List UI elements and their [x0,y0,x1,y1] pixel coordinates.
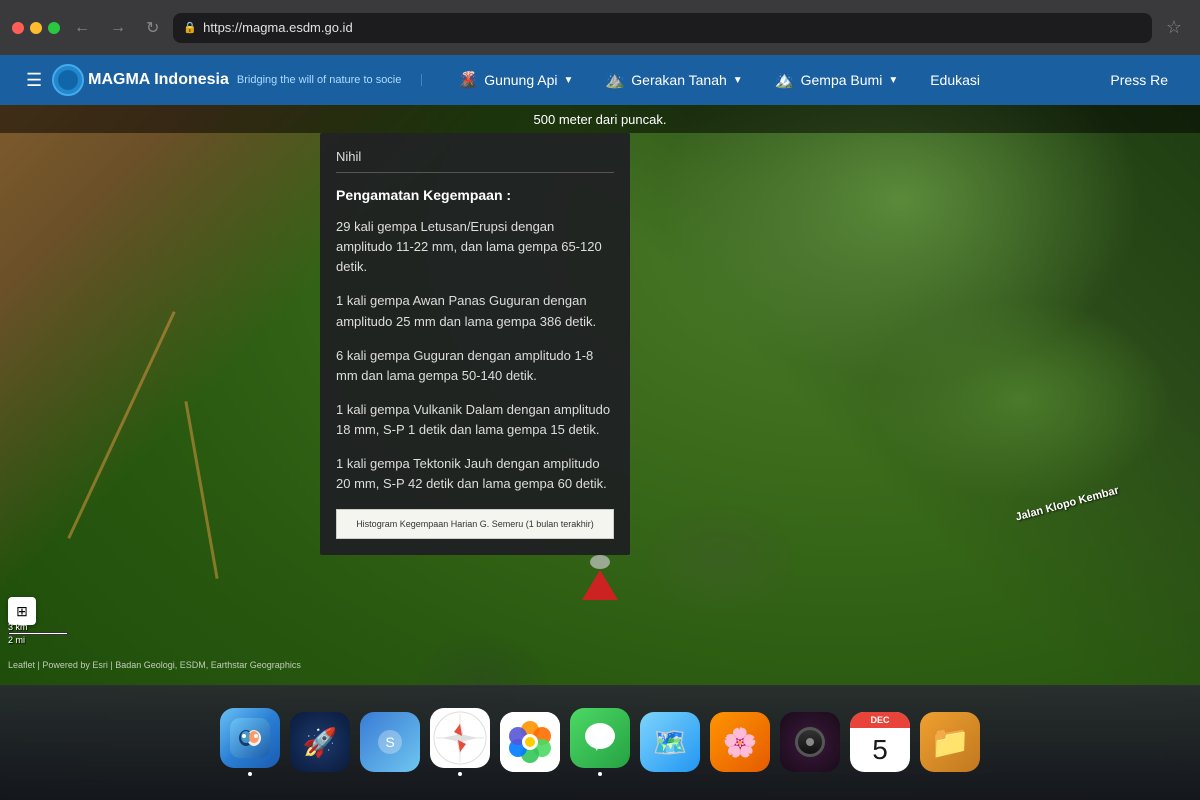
dock-item-folder[interactable]: 📁 [920,712,980,772]
nav-logo [52,64,84,96]
dock-item-photos[interactable] [500,712,560,772]
nav-logo-inner [58,70,78,90]
nav-label-edukasi: Edukasi [930,72,980,88]
dock-item-finder[interactable] [220,708,280,776]
map-layers-button[interactable]: ⊞ [8,597,36,625]
chevron-down-icon-2: ▼ [733,75,743,86]
dock-item-calendar[interactable]: DEC 5 [850,712,910,772]
top-strip-text: 500 meter dari puncak. [534,112,667,127]
nav-item-edukasi[interactable]: Edukasi [914,55,996,105]
seismic-para-3: 6 kali gempa Guguran dengan amplitudo 1-… [336,346,614,386]
info-panel: Nihil Pengamatan Kegempaan : 29 kali gem… [320,133,630,555]
siri-icon: S [360,712,420,772]
safari-active-dot [458,772,462,776]
earthquake-nav-icon: 🏔️ [775,70,795,90]
messages-icon [570,708,630,768]
volcano-nav-icon: 🌋 [458,70,478,90]
photos-icon [500,712,560,772]
finder-icon [220,708,280,768]
nav-label-gerakan-tanah: Gerakan Tanah [631,72,726,88]
calendar-date-number: 5 [850,728,910,772]
refresh-button[interactable]: ↻ [140,16,165,40]
minimize-window-button[interactable] [30,22,42,34]
browser-chrome: ← → ↻ 🔒 https://magma.esdm.go.id ☆ [0,0,1200,55]
launchpad-icon: 🚀 [290,712,350,772]
map-attribution: Leaflet | Powered by Esri | Badan Geolog… [8,660,301,670]
scale-label-km: 3 km [8,622,68,632]
panel-divider [336,172,614,173]
window-controls [12,22,60,34]
map-scale: 3 km 2 mi [8,622,68,645]
bookmark-button[interactable]: ☆ [1160,15,1188,40]
photos2-icon: 🌸 [710,712,770,772]
calendar-icon: DEC 5 [850,712,910,772]
dock-item-photos2[interactable]: 🌸 [710,712,770,772]
safari-icon [430,708,490,768]
messages-active-dot [598,772,602,776]
forward-button[interactable]: → [104,17,132,39]
volcano-smoke [590,555,610,569]
nav-item-gunung-api[interactable]: 🌋 Gunung Api ▼ [442,55,589,105]
maps-icon: 🗺️ [640,712,700,772]
dock-item-launchpad[interactable]: 🚀 [290,712,350,772]
security-icon: 🔒 [183,21,197,34]
chart-label: Histogram Kegempaan Harian G. Semeru (1 … [356,519,594,529]
seismic-para-2: 1 kali gempa Awan Panas Guguran dengan a… [336,291,614,331]
dock-item-safari[interactable] [430,708,490,776]
scale-label-mi: 2 mi [8,635,68,645]
chevron-down-icon-3: ▼ [888,75,898,86]
nav-label-press: Press Re [1110,72,1168,88]
url-text: https://magma.esdm.go.id [203,20,353,35]
site-subtitle: Bridging the will of nature to socie [237,74,422,86]
nav-label-gunung-api: Gunung Api [484,72,557,88]
volcano-marker [582,570,618,600]
folder-icon: 📁 [920,712,980,772]
close-window-button[interactable] [12,22,24,34]
music-icon [780,712,840,772]
calendar-month: DEC [850,712,910,728]
top-content-strip: 500 meter dari puncak. [0,105,1200,133]
mountain-nav-icon: ⛰️ [605,70,625,90]
maximize-window-button[interactable] [48,22,60,34]
seismic-para-4: 1 kali gempa Vulkanik Dalam dengan ampli… [336,400,614,440]
seismic-para-1: 29 kali gempa Letusan/Erupsi dengan ampl… [336,217,614,277]
site-title: MAGMA Indonesia [88,71,229,89]
dock-item-messages[interactable] [570,708,630,776]
address-bar[interactable]: 🔒 https://magma.esdm.go.id [173,13,1151,43]
nav-item-gempa-bumi[interactable]: 🏔️ Gempa Bumi ▼ [759,55,915,105]
nav-item-gerakan-tanah[interactable]: ⛰️ Gerakan Tanah ▼ [589,55,758,105]
navbar: ☰ MAGMA Indonesia Bridging the will of n… [0,55,1200,105]
finder-active-dot [248,772,252,776]
nihil-label: Nihil [336,149,614,164]
dock-item-siri[interactable]: S [360,712,420,772]
dock: 🚀 S [0,685,1200,800]
nav-item-press-release[interactable]: Press Re [1094,55,1184,105]
back-button[interactable]: ← [68,17,96,39]
dock-item-maps[interactable]: 🗺️ [640,712,700,772]
seismic-section-title: Pengamatan Kegempaan : [336,187,614,203]
nav-label-gempa-bumi: Gempa Bumi [801,72,883,88]
seismic-para-5: 1 kali gempa Tektonik Jauh dengan amplit… [336,454,614,494]
seismic-histogram-chart[interactable]: Histogram Kegempaan Harian G. Semeru (1 … [336,509,614,539]
dock-item-music[interactable] [780,712,840,772]
hamburger-menu-button[interactable]: ☰ [16,70,52,91]
volcano-triangle [582,570,618,600]
chevron-down-icon-1: ▼ [563,75,573,86]
